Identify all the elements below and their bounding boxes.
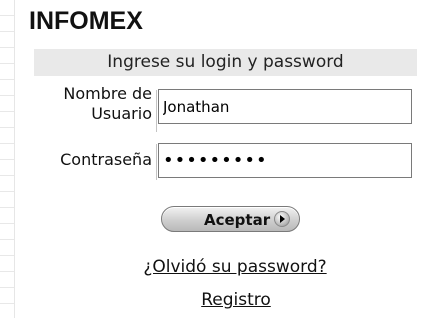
aceptar-button[interactable]: Aceptar <box>161 206 300 232</box>
username-label-line1: Nombre de <box>63 84 152 103</box>
password-input[interactable] <box>158 143 412 178</box>
login-instructions-text: Ingrese su login y password <box>107 52 344 72</box>
page-title: INFOMEX <box>29 7 143 35</box>
username-label-line2: Usuario <box>91 104 152 123</box>
forgot-password-link[interactable]: ¿Olvidó su password? <box>0 256 425 278</box>
register-link[interactable]: Registro <box>0 289 425 311</box>
username-input[interactable] <box>158 89 412 124</box>
arrow-right-icon <box>274 211 290 227</box>
aceptar-button-label: Aceptar <box>204 211 271 229</box>
password-label: Contraseña <box>60 150 152 169</box>
username-label-divider <box>156 90 157 132</box>
username-label: Nombre de Usuario <box>63 84 152 124</box>
login-instructions-bar: Ingrese su login y password <box>34 49 417 76</box>
password-label-divider <box>156 144 157 180</box>
